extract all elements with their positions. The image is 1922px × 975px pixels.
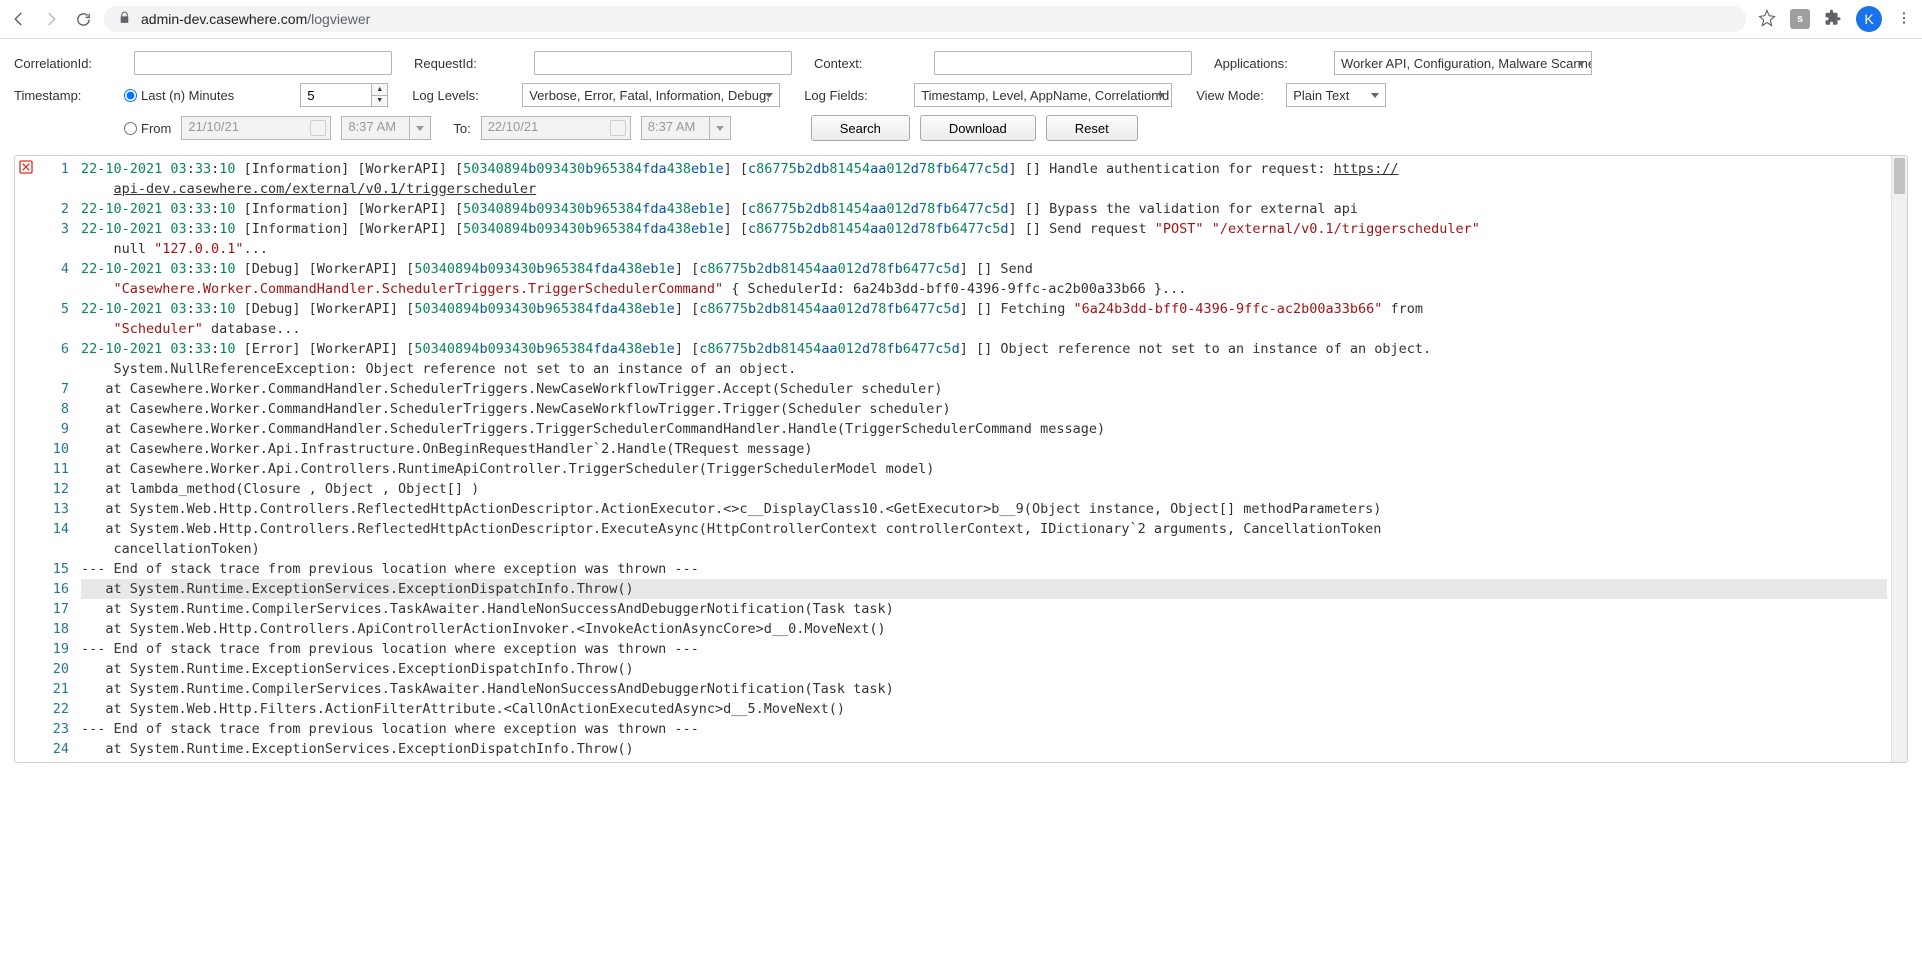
scrollbar[interactable] bbox=[1891, 156, 1907, 762]
from-time-input[interactable]: 8:37 AM bbox=[341, 116, 409, 140]
forward-button[interactable] bbox=[42, 10, 60, 28]
to-time-input[interactable]: 8:37 AM bbox=[641, 116, 709, 140]
reload-button[interactable] bbox=[74, 10, 92, 28]
overflow-menu-icon[interactable] bbox=[1896, 10, 1912, 29]
browser-toolbar: admin-dev.casewhere.com/logviewer s K bbox=[0, 0, 1922, 39]
bookmark-star-icon[interactable] bbox=[1758, 9, 1776, 30]
log-content[interactable]: 22-10-2021 03:33:10 [Information] [Worke… bbox=[77, 156, 1891, 762]
view-mode-select[interactable]: Plain Text bbox=[1286, 83, 1386, 107]
download-button[interactable]: Download bbox=[920, 115, 1036, 141]
scrollbar-thumb[interactable] bbox=[1894, 158, 1905, 194]
last-n-radio[interactable]: Last (n) Minutes bbox=[124, 88, 234, 103]
back-button[interactable] bbox=[10, 10, 28, 28]
from-radio[interactable]: From bbox=[124, 121, 171, 136]
log-levels-label: Log Levels: bbox=[412, 88, 512, 103]
search-button[interactable]: Search bbox=[811, 115, 910, 141]
extension-badge[interactable]: s bbox=[1790, 9, 1810, 29]
to-time-dropdown[interactable] bbox=[709, 116, 731, 140]
url-text: admin-dev.casewhere.com/logviewer bbox=[141, 11, 370, 27]
correlation-id-label: CorrelationId: bbox=[14, 56, 124, 71]
applications-select[interactable]: Worker API, Configuration, Malware Scann… bbox=[1334, 51, 1592, 75]
from-radio-input[interactable] bbox=[124, 122, 137, 135]
last-n-radio-label: Last (n) Minutes bbox=[141, 88, 234, 103]
log-viewer: 123456789101112131415161718192021222324 … bbox=[14, 155, 1908, 763]
view-mode-label: View Mode: bbox=[1196, 88, 1276, 103]
lock-icon bbox=[118, 11, 131, 27]
reset-button[interactable]: Reset bbox=[1046, 115, 1138, 141]
timestamp-label: Timestamp: bbox=[14, 88, 114, 103]
from-time-dropdown[interactable] bbox=[409, 116, 431, 140]
from-radio-label: From bbox=[141, 121, 171, 136]
from-date-input[interactable]: 21/10/21 bbox=[181, 116, 331, 140]
request-id-input[interactable] bbox=[534, 51, 792, 75]
to-label: To: bbox=[453, 121, 470, 136]
to-date-input[interactable]: 22/10/21 bbox=[481, 116, 631, 140]
context-input[interactable] bbox=[934, 51, 1192, 75]
spin-down-button[interactable]: ▼ bbox=[372, 96, 387, 107]
applications-label: Applications: bbox=[1214, 56, 1324, 71]
profile-avatar[interactable]: K bbox=[1856, 6, 1882, 32]
request-id-label: RequestId: bbox=[414, 56, 524, 71]
spin-up-button[interactable]: ▲ bbox=[372, 84, 387, 96]
correlation-id-input[interactable] bbox=[134, 51, 392, 75]
gutter-marker-icon[interactable] bbox=[15, 156, 37, 762]
log-levels-select[interactable]: Verbose, Error, Fatal, Information, Debu… bbox=[522, 83, 780, 107]
address-bar[interactable]: admin-dev.casewhere.com/logviewer bbox=[104, 6, 1746, 32]
extensions-icon[interactable] bbox=[1824, 9, 1842, 30]
context-label: Context: bbox=[814, 56, 924, 71]
line-numbers: 123456789101112131415161718192021222324 bbox=[37, 156, 77, 762]
log-fields-label: Log Fields: bbox=[804, 88, 904, 103]
log-fields-select[interactable]: Timestamp, Level, AppName, CorrelationId bbox=[914, 83, 1172, 107]
last-n-radio-input[interactable] bbox=[124, 89, 137, 102]
